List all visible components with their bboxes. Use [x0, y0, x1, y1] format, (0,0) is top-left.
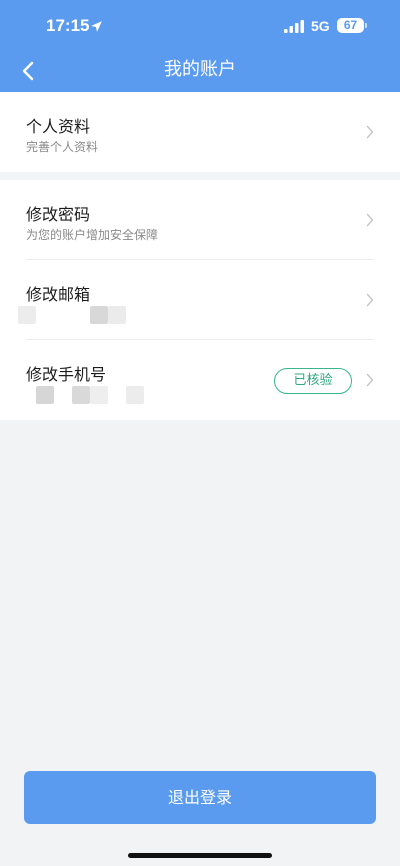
chevron-left-icon: [22, 61, 34, 81]
change-email-title: 修改邮箱: [26, 285, 91, 304]
signal-bars-icon: [284, 20, 304, 33]
masked-phone-block: [72, 386, 90, 404]
masked-email-block: [90, 306, 108, 324]
change-password-title: 修改密码: [26, 205, 91, 224]
status-bar: 17:15 5G 67: [0, 0, 400, 50]
change-phone-row[interactable]: 修改手机号 已核验: [0, 340, 400, 420]
chevron-right-icon: [366, 213, 374, 227]
nav-bar: 我的账户: [0, 50, 400, 92]
page-title: 我的账户: [164, 59, 236, 80]
verified-badge: 已核验: [274, 368, 352, 394]
network-type: 5G: [311, 18, 330, 34]
masked-email-block: [108, 306, 126, 324]
status-time: 17:15: [46, 16, 90, 35]
security-card: 修改密码 为您的账户增加安全保障 修改邮箱 修改手机号 已核验: [0, 180, 400, 420]
chevron-right-icon: [366, 293, 374, 307]
logout-button[interactable]: 退出登录: [24, 771, 376, 824]
masked-phone-block: [36, 386, 54, 404]
battery-tip: [365, 23, 367, 28]
chevron-right-icon: [366, 125, 374, 139]
masked-phone-block: [126, 386, 144, 404]
change-phone-title: 修改手机号: [26, 365, 107, 384]
change-email-row[interactable]: 修改邮箱: [0, 260, 400, 340]
masked-email-block: [18, 306, 36, 324]
profile-row[interactable]: 个人资料 完善个人资料: [0, 92, 400, 172]
chevron-right-icon: [366, 373, 374, 387]
battery-level: 67: [343, 18, 358, 32]
change-password-row[interactable]: 修改密码 为您的账户增加安全保障: [0, 180, 400, 260]
change-password-subtitle: 为您的账户增加安全保障: [26, 228, 159, 242]
profile-title: 个人资料: [26, 117, 91, 136]
back-button[interactable]: [8, 50, 48, 92]
location-arrow-icon: [91, 21, 102, 32]
home-indicator: [128, 853, 272, 858]
profile-card: 个人资料 完善个人资料: [0, 92, 400, 172]
profile-subtitle: 完善个人资料: [26, 140, 99, 154]
masked-phone-block: [90, 386, 108, 404]
app-header: 17:15 5G 67 我的账户: [0, 0, 400, 92]
battery-icon: 67: [337, 18, 364, 33]
